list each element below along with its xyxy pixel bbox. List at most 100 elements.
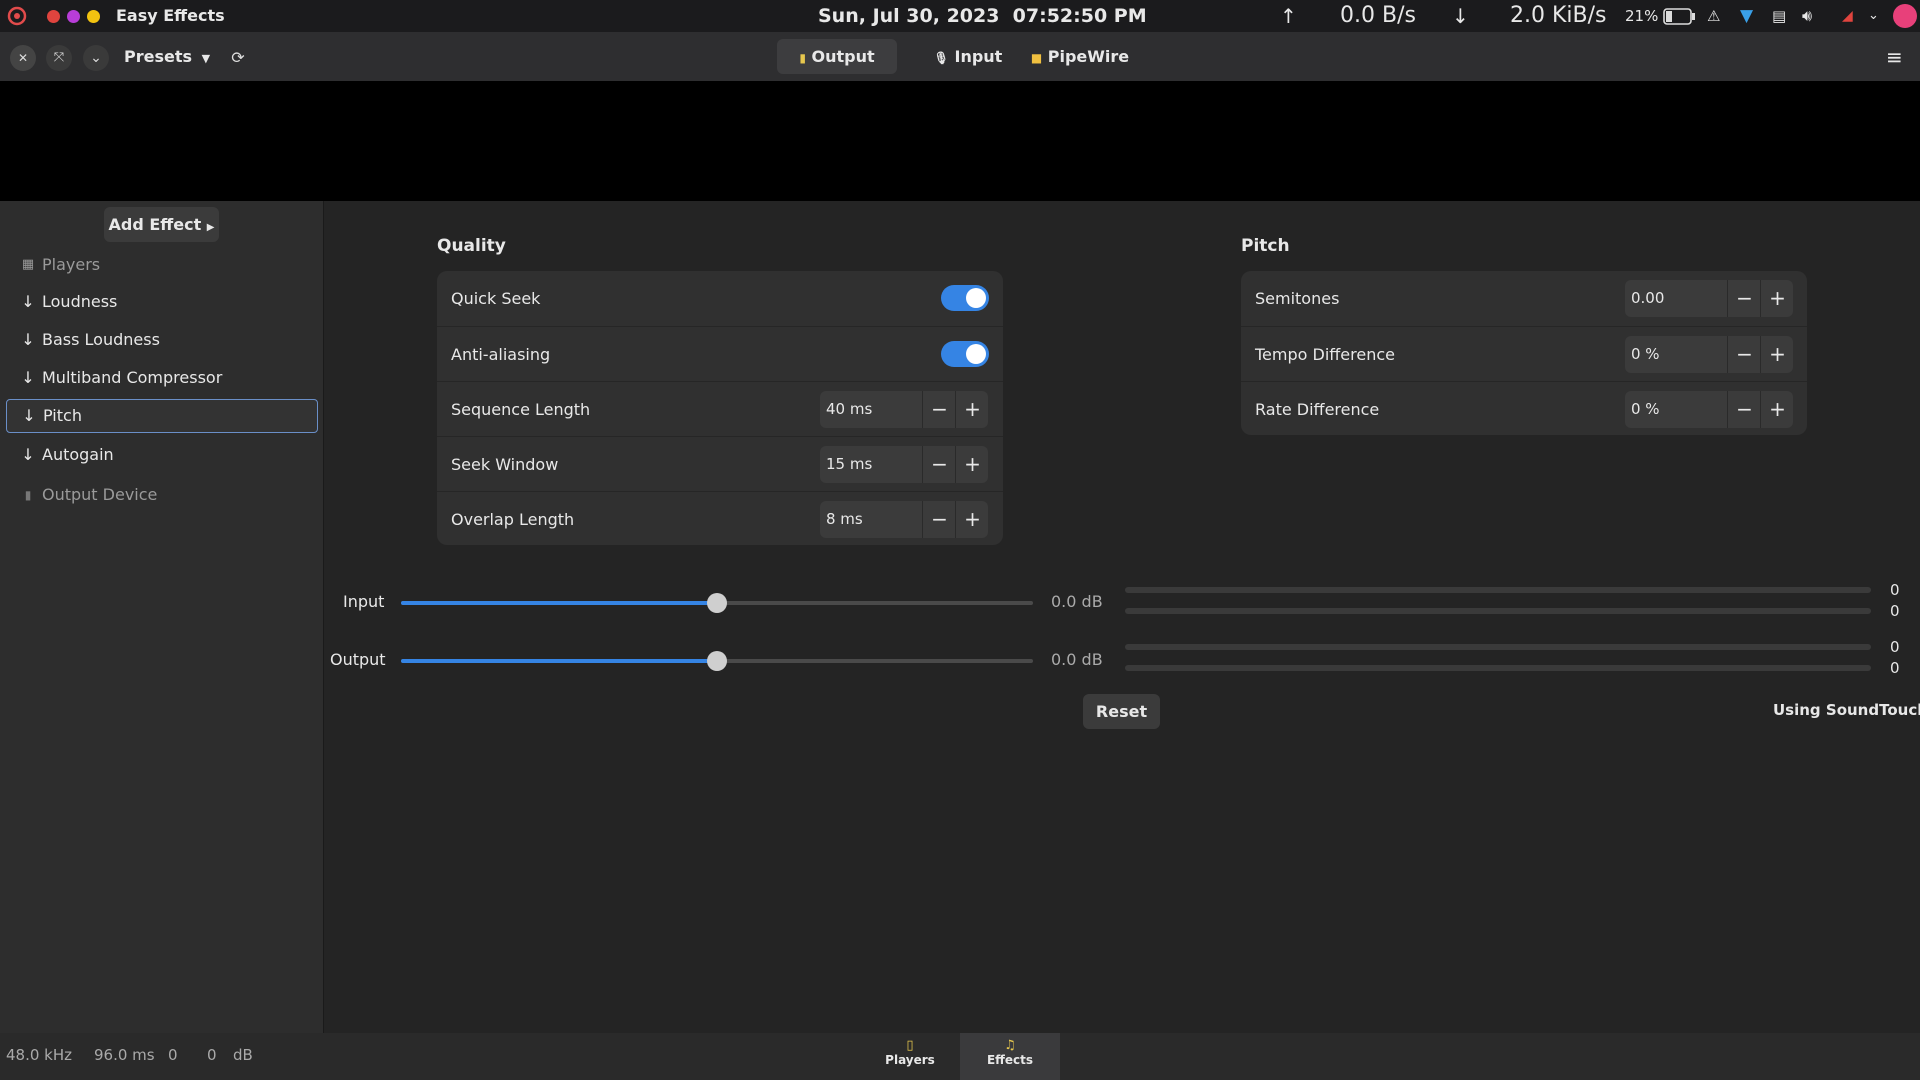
system-top-bar: Easy Effects Sun, Jul 30, 2023 07:52:50 … <box>0 0 1920 32</box>
tempo-difference-spinner: 0 % − + <box>1625 336 1793 373</box>
volume-icon[interactable]: 🔊︎ <box>1802 0 1812 32</box>
output-meter-right <box>1125 665 1871 671</box>
microphone-icon: 🎙︎ <box>933 51 949 65</box>
rate-difference-input[interactable]: 0 % <box>1631 391 1660 428</box>
add-effect-label: Add Effect <box>108 215 202 234</box>
overlap-length-row: Overlap Length 8 ms − + <box>437 491 1003 547</box>
tab-input-label: Input <box>954 47 1003 66</box>
window-minimize-dot[interactable] <box>67 10 80 23</box>
user-avatar[interactable] <box>1893 4 1917 28</box>
sidebar-item-players[interactable]: ▦ Players <box>6 247 316 283</box>
notification-icon[interactable]: ⚠ <box>1707 0 1720 32</box>
hamburger-menu-icon[interactable]: ≡ <box>1886 44 1903 70</box>
app-name: Easy Effects <box>116 6 225 25</box>
clock[interactable]: Sun, Jul 30, 2023 07:52:50 PM <box>818 0 1147 32</box>
vpn-shield-icon[interactable]: ▼ <box>1740 0 1753 32</box>
quick-seek-label: Quick Seek <box>451 289 541 308</box>
tempo-difference-input[interactable]: 0 % <box>1631 336 1660 373</box>
sidebar-item-output-device[interactable]: ▮ Output Device <box>6 477 316 513</box>
seek-window-spinner: 15 ms − + <box>820 446 988 483</box>
refresh-icon[interactable]: ⟳ <box>225 45 251 71</box>
upload-arrow-icon: ↑ <box>1280 4 1297 28</box>
status-value-a: 0 <box>168 1046 178 1064</box>
input-gain-slider[interactable] <box>401 593 1033 613</box>
anti-aliasing-toggle[interactable] <box>941 341 989 367</box>
tab-pipewire[interactable]: ■ PipeWire <box>1030 39 1130 74</box>
close-button[interactable]: ✕ <box>10 45 36 71</box>
quick-seek-toggle[interactable] <box>941 285 989 311</box>
increment-button[interactable]: + <box>955 446 989 483</box>
tray-expand-icon[interactable]: ⌄ <box>1868 0 1879 32</box>
sequence-length-input[interactable]: 40 ms <box>826 391 872 428</box>
input-gain-handle[interactable] <box>707 593 727 613</box>
seek-window-label: Seek Window <box>451 455 559 474</box>
window-close-dot[interactable] <box>47 10 60 23</box>
input-meter-left <box>1125 587 1871 593</box>
effects-sidebar: Add Effect ▶ ▦ Players ↓ Loudness ↓ Bass… <box>0 201 324 1033</box>
download-arrow-icon: ↓ <box>1452 4 1469 28</box>
increment-button[interactable]: + <box>1760 336 1794 373</box>
decrement-button[interactable]: − <box>1727 336 1761 373</box>
output-gain-handle[interactable] <box>707 651 727 671</box>
seek-window-input[interactable]: 15 ms <box>826 446 872 483</box>
increment-button[interactable]: + <box>955 391 989 428</box>
clipboard-icon[interactable]: ▤ <box>1772 0 1786 32</box>
sidebar-item-loudness[interactable]: ↓ Loudness <box>6 284 316 320</box>
menu-dropdown-button[interactable]: ⌄ <box>83 45 109 71</box>
output-gain-slider[interactable] <box>401 651 1033 671</box>
window-maximize-dot[interactable] <box>87 10 100 23</box>
decrement-button[interactable]: − <box>922 391 956 428</box>
input-meter-right <box>1125 608 1871 614</box>
overlap-length-input[interactable]: 8 ms <box>826 501 863 538</box>
decrement-button[interactable]: − <box>1727 280 1761 317</box>
distro-logo-icon[interactable] <box>6 0 28 32</box>
semitones-row: Semitones 0.00 − + <box>1241 271 1807 326</box>
increment-button[interactable]: + <box>1760 391 1794 428</box>
tab-output[interactable]: ▮ Output <box>777 39 897 74</box>
decrement-button[interactable]: − <box>922 501 956 538</box>
input-gain-value: 0.0 dB <box>1051 592 1103 611</box>
input-meter-right-value: 0 <box>1890 602 1900 620</box>
arrow-down-icon: ↓ <box>22 406 36 425</box>
tab-input[interactable]: 🎙︎ Input <box>918 39 1018 74</box>
quality-title: Quality <box>437 236 506 256</box>
semitones-label: Semitones <box>1255 289 1340 308</box>
semitones-spinner: 0.00 − + <box>1625 280 1793 317</box>
reset-button[interactable]: Reset <box>1083 694 1160 729</box>
arrow-down-icon: ↓ <box>21 368 35 387</box>
spectrum-area <box>0 81 1920 201</box>
sidebar-item-pitch[interactable]: ↓ Pitch <box>6 399 318 433</box>
presets-button[interactable]: Presets ▼ <box>124 39 210 74</box>
overlap-length-label: Overlap Length <box>451 510 575 529</box>
backend-label: Using SoundTouch <box>1773 701 1920 719</box>
overlap-length-spinner: 8 ms − + <box>820 501 988 538</box>
rate-difference-label: Rate Difference <box>1255 400 1380 419</box>
status-bar: 48.0 kHz 96.0 ms 0 0 dB ▯ Players ♫ Effe… <box>0 1033 1920 1080</box>
sidebar-item-bass-loudness[interactable]: ↓ Bass Loudness <box>6 322 316 358</box>
pitch-title: Pitch <box>1241 236 1290 256</box>
bypass-button[interactable]: ⤧ <box>46 45 72 71</box>
bottom-tab-label: Effects <box>986 1053 1034 1067</box>
tempo-difference-row: Tempo Difference 0 % − + <box>1241 326 1807 382</box>
decrement-button[interactable]: − <box>922 446 956 483</box>
sidebar-item-label: Multiband Compressor <box>42 368 223 387</box>
pipewire-icon: ■ <box>1030 51 1043 65</box>
add-effect-button[interactable]: Add Effect ▶ <box>104 207 219 242</box>
speaker-icon: ▮ <box>24 488 32 502</box>
input-level-label: Input <box>343 592 385 611</box>
sample-rate: 48.0 kHz <box>6 1046 73 1064</box>
decrement-button[interactable]: − <box>1727 391 1761 428</box>
bottom-tab-players[interactable]: ▯ Players <box>870 1033 950 1080</box>
sidebar-item-multiband-compressor[interactable]: ↓ Multiband Compressor <box>6 360 316 396</box>
semitones-input[interactable]: 0.00 <box>1631 280 1664 317</box>
bottom-tab-effects[interactable]: ♫ Effects <box>960 1033 1060 1080</box>
status-value-b: 0 <box>207 1046 217 1064</box>
download-rate: 2.0 KiB/s <box>1510 3 1607 28</box>
increment-button[interactable]: + <box>955 501 989 538</box>
network-icon[interactable]: ◢ <box>1842 0 1853 32</box>
sidebar-item-autogain[interactable]: ↓ Autogain <box>6 437 316 473</box>
increment-button[interactable]: + <box>1760 280 1794 317</box>
latency: 96.0 ms <box>94 1046 155 1064</box>
battery-icon[interactable] <box>1662 0 1696 32</box>
anti-aliasing-label: Anti-aliasing <box>451 345 551 364</box>
